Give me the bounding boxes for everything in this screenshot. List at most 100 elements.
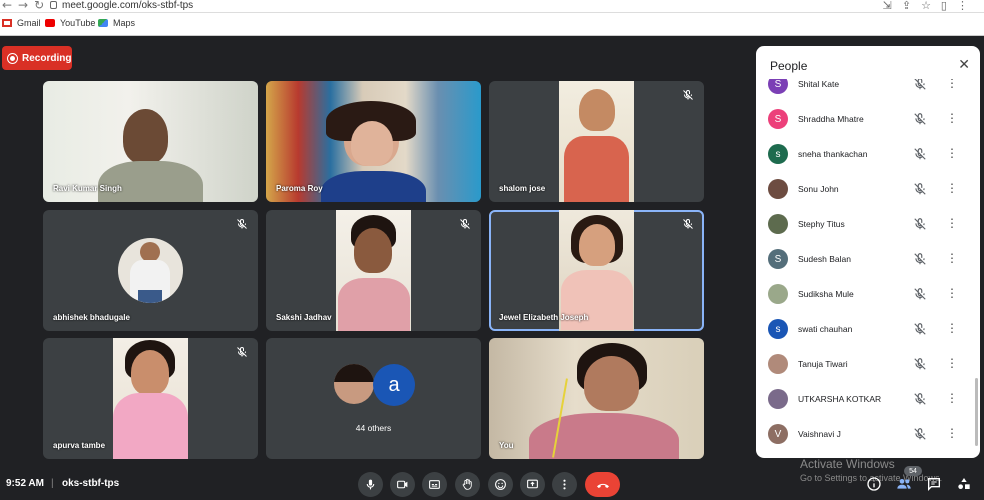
more-vert-icon[interactable]: ⋮	[946, 321, 958, 335]
video-tile-apurva[interactable]: apurva tambe	[43, 338, 258, 459]
close-icon[interactable]: ✕	[958, 57, 970, 73]
raise-hand-button[interactable]	[455, 472, 480, 497]
recording-indicator[interactable]: Recording	[2, 46, 72, 70]
more-options-button[interactable]	[552, 472, 577, 497]
bookmark-youtube[interactable]: YouTube	[45, 18, 95, 28]
person-avatar	[768, 354, 788, 374]
participant-name: Jewel Elizabeth Joseph	[499, 313, 589, 322]
mic-off-icon[interactable]	[913, 427, 927, 441]
meeting-details-icon[interactable]	[866, 476, 882, 492]
video-tile-paroma[interactable]: Paroma Roy	[266, 81, 481, 202]
video-tile-shalom[interactable]: shalom jose	[489, 81, 704, 202]
people-panel: People ✕ S Shital Kate ⋮ S Shraddha Mhatre ⋮ s…	[756, 46, 980, 458]
bookmarks-bar: Gmail YouTube Maps	[0, 13, 984, 36]
browser-toolbar-icons[interactable]: ⇲⇪☆▯⋮	[883, 0, 978, 12]
people-list-item[interactable]: Tanuja Tiwari ⋮	[756, 347, 980, 382]
microphone-button[interactable]	[358, 472, 383, 497]
more-vert-icon[interactable]: ⋮	[946, 146, 958, 160]
mic-off-icon[interactable]	[913, 357, 927, 371]
present-screen-icon	[527, 479, 538, 489]
bookmark-gmail[interactable]: Gmail	[2, 18, 41, 28]
meeting-control-bar: 9:52 AM | oks-stbf-tps 54	[0, 466, 984, 500]
more-vert-icon[interactable]: ⋮	[946, 181, 958, 195]
microphone-icon	[366, 479, 375, 490]
participant-body	[338, 278, 410, 331]
people-list-item[interactable]: s swati chauhan ⋮	[756, 312, 980, 347]
participant-name: You	[499, 441, 514, 450]
mic-off-icon[interactable]	[913, 147, 927, 161]
people-list-item[interactable]: Sudiksha Mule ⋮	[756, 277, 980, 312]
captions-icon	[429, 480, 440, 489]
participant-avatar	[118, 238, 183, 303]
people-list-item[interactable]: S Shital Kate ⋮	[756, 79, 980, 102]
url-text[interactable]: meet.google.com/oks-stbf-tps	[62, 0, 193, 11]
video-tile-ravi[interactable]: Ravi Kumar Singh	[43, 81, 258, 202]
participant-face	[584, 356, 639, 411]
video-tile-abhishek[interactable]: abhishek bhadugale	[43, 210, 258, 331]
chat-icon[interactable]	[926, 476, 942, 492]
mic-off-icon[interactable]	[913, 182, 927, 196]
more-vert-icon[interactable]: ⋮	[946, 216, 958, 230]
more-vert-icon[interactable]: ⋮	[946, 391, 958, 405]
more-vert-icon[interactable]: ⋮	[946, 286, 958, 300]
people-list-item[interactable]: S Sudesh Balan ⋮	[756, 242, 980, 277]
mic-off-icon[interactable]	[913, 392, 927, 406]
mic-off-icon[interactable]	[913, 79, 927, 91]
browser-nav-icons[interactable]: ←→↻	[2, 0, 50, 12]
more-vert-icon[interactable]: ⋮	[946, 79, 958, 90]
person-avatar	[768, 389, 788, 409]
person-avatar	[768, 214, 788, 234]
hand-icon	[462, 478, 472, 490]
video-tile-self[interactable]: You	[489, 338, 704, 459]
video-tile-jewel[interactable]: Jewel Elizabeth Joseph	[489, 210, 704, 331]
lock-icon[interactable]	[50, 1, 57, 9]
people-list-item[interactable]: Stephy Titus ⋮	[756, 207, 980, 242]
people-list-item[interactable]: S Shraddha Mhatre ⋮	[756, 102, 980, 137]
present-button[interactable]	[520, 472, 545, 497]
people-list-item[interactable]: Sonu John ⋮	[756, 172, 980, 207]
emoji-button[interactable]	[488, 472, 513, 497]
youtube-icon	[45, 19, 55, 27]
mic-off-icon[interactable]	[913, 322, 927, 336]
mic-off-icon[interactable]	[913, 112, 927, 126]
captions-button[interactable]	[422, 472, 447, 497]
bookmark-maps[interactable]: Maps	[98, 18, 135, 28]
others-avatar-photo	[334, 364, 374, 404]
person-name: Sonu John	[798, 184, 839, 194]
people-panel-title: People	[770, 59, 808, 73]
participant-face	[354, 228, 392, 273]
people-icon[interactable]	[896, 476, 912, 492]
emoji-icon	[495, 479, 506, 490]
people-list-item[interactable]: V Vaishnavi J ⋮	[756, 417, 980, 452]
mic-off-icon[interactable]	[913, 287, 927, 301]
person-avatar	[768, 179, 788, 199]
people-list-item[interactable]: s sneha thankachan ⋮	[756, 137, 980, 172]
meeting-code: oks-stbf-tps	[62, 478, 120, 489]
participant-face	[123, 109, 168, 164]
more-vert-icon[interactable]: ⋮	[946, 251, 958, 265]
person-name: swati chauhan	[798, 324, 853, 334]
browser-address-bar: ←→↻ meet.google.com/oks-stbf-tps ⇲⇪☆▯⋮	[0, 0, 984, 13]
more-vert-icon[interactable]: ⋮	[946, 426, 958, 440]
meeting-stage: Recording Ravi Kumar Singh Paroma Roy sh…	[0, 36, 984, 500]
participant-face	[579, 224, 615, 266]
leave-call-button[interactable]	[585, 472, 620, 497]
hang-up-icon	[596, 483, 609, 488]
participant-name: abhishek bhadugale	[53, 313, 130, 322]
participant-count-badge: 54	[904, 466, 922, 476]
camera-button[interactable]	[390, 472, 415, 497]
camera-icon	[397, 480, 408, 489]
participant-name: Paroma Roy	[276, 184, 323, 193]
video-tile-sakshi[interactable]: Sakshi Jadhav	[266, 210, 481, 331]
separator: |	[51, 478, 54, 489]
mic-off-icon[interactable]	[913, 217, 927, 231]
video-tile-others[interactable]: a 44 others	[266, 338, 481, 459]
more-vert-icon[interactable]: ⋮	[946, 356, 958, 370]
more-vert-icon[interactable]: ⋮	[946, 111, 958, 125]
person-name: Shraddha Mhatre	[798, 114, 864, 124]
participant-body	[113, 393, 188, 459]
people-list-scrollbar[interactable]	[975, 378, 978, 446]
activities-icon[interactable]	[956, 476, 972, 492]
people-list-item[interactable]: UTKARSHA KOTKAR ⋮	[756, 382, 980, 417]
mic-off-icon[interactable]	[913, 252, 927, 266]
